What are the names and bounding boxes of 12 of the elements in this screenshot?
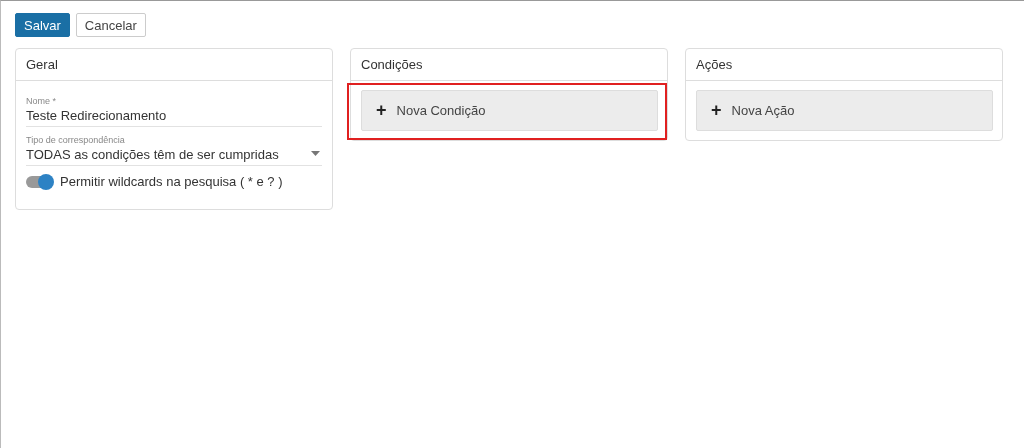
cancel-button[interactable]: Cancelar (75, 13, 146, 37)
panel-title: Geral (26, 57, 58, 72)
select-field[interactable]: Tipo de correspondência TODAS as condições têm de ser cumpridas (26, 135, 322, 166)
add-button[interactable]: + Nova Condição (361, 90, 658, 131)
add-button[interactable]: + Nova Ação (696, 90, 993, 131)
panel-title: Ações (696, 57, 733, 72)
toggle-switch[interactable] (26, 175, 52, 188)
panel-title: Condições (361, 57, 423, 72)
toggle-label: Permitir wildcards na pesquisa ( * e ? ) (60, 174, 283, 189)
input-field[interactable]: Nome * Teste Redirecionamento (26, 96, 322, 127)
dropdown-caret-icon (311, 151, 320, 156)
save-button[interactable]: Salvar (15, 13, 70, 37)
